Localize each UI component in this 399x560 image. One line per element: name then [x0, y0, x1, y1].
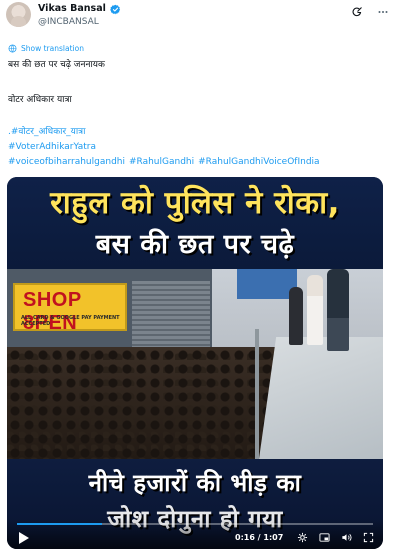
fullscreen-icon[interactable] [363, 532, 374, 543]
video-controls: 0:16 / 1:07 [7, 519, 383, 549]
shop-sign-subtext: ALL CARD & GOOGLE PAY PAYMENT ACCEPTED [21, 315, 120, 327]
person [289, 287, 303, 345]
bus-rail [255, 329, 259, 459]
caption-line: राहुल को पुलिस ने रोका, [50, 185, 340, 221]
play-icon[interactable] [19, 532, 29, 544]
display-name[interactable]: Vikas Bansal [38, 3, 106, 15]
show-translation-link[interactable]: Show translation [21, 44, 84, 53]
tweet-text-line: वोटर अधिकार यात्रा [8, 95, 72, 105]
tweet-card: Vikas Bansal @INCBANSAL Show translation… [0, 0, 399, 560]
video-caption-top: राहुल को पुलिस ने रोका, बस की छत पर चढ़े [7, 177, 383, 269]
video-frame: SHOP 8PEN ALL CARD & GOOGLE PAY PAYMENT … [7, 269, 383, 459]
shop-sign: SHOP 8PEN ALL CARD & GOOGLE PAY PAYMENT … [13, 283, 127, 334]
globe-icon [8, 44, 17, 53]
pip-icon[interactable] [319, 532, 330, 543]
hashtag-row: #voiceofbiharrahulgandhi #RahulGandhi #Rah… [8, 156, 324, 168]
grok-icon[interactable] [351, 6, 363, 18]
bus-roof [259, 337, 383, 459]
hashtag-link[interactable]: .#वोटर_अधिकार_यात्रा [8, 126, 85, 138]
settings-icon[interactable] [297, 532, 308, 543]
shop-sign-text: SHOP 8PEN [23, 289, 82, 334]
verified-icon [110, 4, 120, 14]
author-block: Vikas Bansal @INCBANSAL [38, 3, 121, 28]
hashtag-link[interactable]: #RahulGandhi [129, 157, 194, 167]
name-row: Vikas Bansal [38, 3, 121, 15]
caption-line: बस की छत पर चढ़े [95, 229, 295, 260]
shop-shutter [132, 281, 210, 351]
progress-bar[interactable] [17, 523, 373, 525]
handle[interactable]: @INCBANSAL [38, 16, 121, 28]
tweet-text-line: बस की छत पर चढ़े जननायक [8, 60, 105, 70]
person [327, 269, 349, 351]
hashtag-link[interactable]: #VoterAdhikarYatra [8, 141, 96, 153]
hashtag-link[interactable]: #voiceofbiharrahulgandhi [8, 157, 125, 167]
more-icon[interactable] [377, 6, 389, 18]
video-time: 0:16 / 1:07 [235, 533, 284, 542]
billboard [237, 269, 297, 299]
progress-fill [17, 523, 103, 525]
caption-line: नीचे हजारों की भीड़ का [88, 469, 302, 497]
show-translation[interactable]: Show translation [8, 44, 84, 53]
video-player[interactable]: राहुल को पुलिस ने रोका, बस की छत पर चढ़े… [7, 177, 383, 549]
header-actions [351, 6, 389, 18]
person [307, 275, 323, 345]
avatar[interactable] [6, 2, 31, 27]
volume-icon[interactable] [341, 532, 352, 543]
hashtag-link[interactable]: #RahulGandhiVoiceOfIndia [198, 157, 319, 167]
